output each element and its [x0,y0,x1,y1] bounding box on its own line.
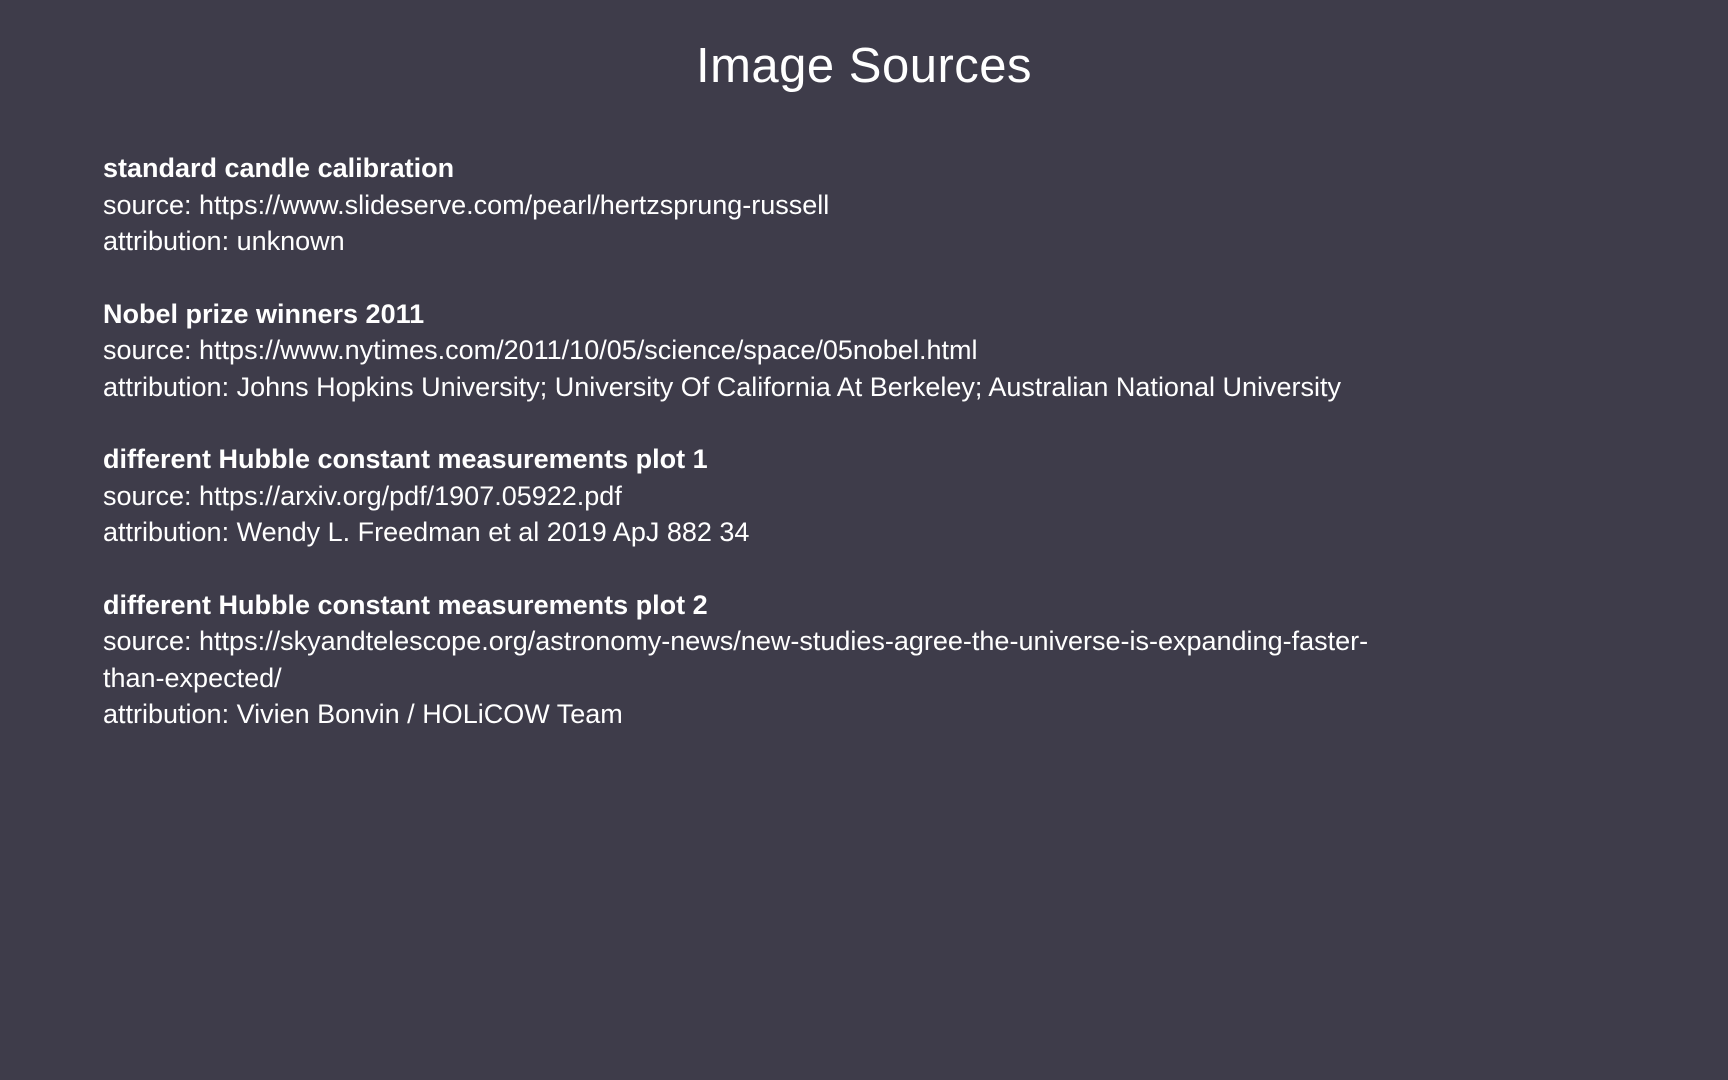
entry-source: source: https://skyandtelescope.org/astr… [103,626,1369,656]
entry-attribution: attribution: Wendy L. Freedman et al 201… [103,517,750,547]
entry-source: source: https://www.slideserve.com/pearl… [103,189,830,220]
entry-attribution: attribution: Vivien Bonvin / HOLiCOW Tea… [103,699,623,729]
slide-title: Image Sources [695,39,1033,93]
entry-source: source: https://www.nytimes.com/2011/10/… [103,335,978,365]
entry-attribution: attribution: Johns Hopkins University; U… [103,371,1342,402]
entry-attribution: attribution: unknown [103,226,345,256]
entry-title: Nobel prize winners 2011 [103,298,425,329]
source-entry: different Hubble constant measurements p… [103,441,1583,551]
entry-source: source: https://arxiv.org/pdf/1907.05922… [103,480,622,511]
entry-source-continued: than-expected/ [103,662,282,693]
source-entry: different Hubble constant measurements p… [103,587,1583,733]
entry-title: different Hubble constant measurements p… [103,589,708,620]
entry-title: standard candle calibration [103,153,455,183]
sources-list: standard candle calibration source: http… [103,150,1583,769]
entry-title: different Hubble constant measurements p… [103,444,708,474]
source-entry: Nobel prize winners 2011 source: https:/… [103,296,1583,406]
source-entry: standard candle calibration source: http… [103,150,1583,260]
